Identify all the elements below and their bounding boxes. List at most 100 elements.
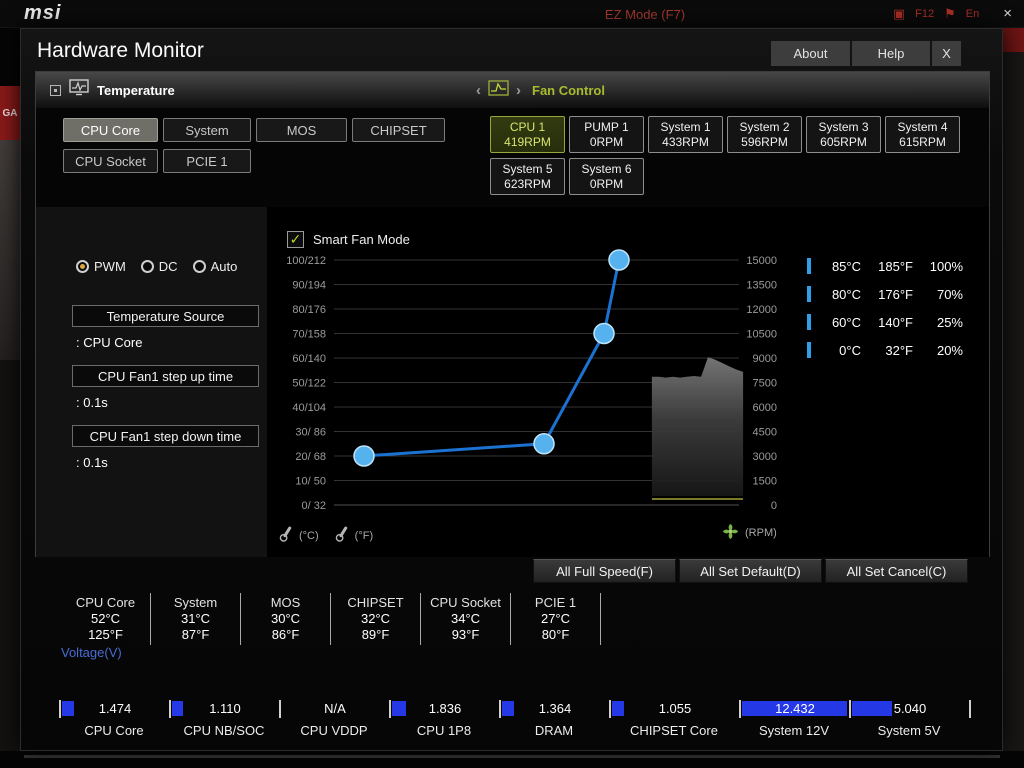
fan-tab-system-5[interactable]: System 5623RPM <box>490 158 565 195</box>
temperature-readout-celsius: 31°C <box>151 611 240 627</box>
fan-mode-label: Auto <box>211 259 238 274</box>
fan-mode-radio-pwm[interactable] <box>76 260 89 273</box>
fahrenheit-thermometer-icon <box>335 525 349 546</box>
screenshot-icon[interactable]: ▣ <box>893 6 905 22</box>
fan-curve-point[interactable] <box>354 446 374 466</box>
temperature-readout-fahrenheit: 80°F <box>511 627 600 643</box>
legend-row: 0°C32°F20% <box>807 336 967 364</box>
fan-curve-panel: ✓ Smart Fan Mode 100/2121500090/19413500… <box>267 207 989 557</box>
temperature-monitor-icon <box>69 79 89 101</box>
voltage-bar-cpu-nb-soc: 1.110 <box>169 700 279 718</box>
language-flag-icon[interactable]: ⚑ <box>944 6 956 22</box>
left-axis-label: 30/ 86 <box>295 427 326 439</box>
celsius-unit-label: (°C) <box>299 530 319 542</box>
fan-curve-point[interactable] <box>594 324 614 344</box>
right-axis-label: 13500 <box>746 280 777 292</box>
about-button[interactable]: About <box>771 41 850 66</box>
setting-button-temperature-source[interactable]: Temperature Source <box>72 305 259 327</box>
temperature-readout-celsius: 32°C <box>331 611 420 627</box>
fan-tab-system-6[interactable]: System 60RPM <box>569 158 644 195</box>
fan-prev-arrow[interactable]: ‹ <box>476 82 481 99</box>
temp-tab-chipset[interactable]: CHIPSET <box>352 118 445 142</box>
fan-tabs: CPU 1419RPMPUMP 10RPMSystem 1433RPMSyste… <box>490 116 978 200</box>
legend-duty: 25% <box>913 315 963 330</box>
fan-curve-chart[interactable]: 100/2121500090/1941350080/1761200070/158… <box>272 248 792 520</box>
temperature-section-title: Temperature <box>97 83 175 98</box>
voltage-section-title: Voltage(V) <box>61 645 122 660</box>
temperature-readout-name: System <box>151 595 240 611</box>
all-set-cancel-c-button[interactable]: All Set Cancel(C) <box>825 559 968 583</box>
smart-fan-label: Smart Fan Mode <box>313 232 410 247</box>
fan-curve-point[interactable] <box>534 434 554 454</box>
fan-tab-rpm: 0RPM <box>590 135 623 150</box>
rpm-unit-label: (RPM) <box>745 527 777 539</box>
legend-color-bar <box>807 342 811 358</box>
setting-button-cpu-fan1-step-down-time[interactable]: CPU Fan1 step down time <box>72 425 259 447</box>
left-axis-label: 20/ 68 <box>295 451 326 463</box>
fan-tab-cpu-1[interactable]: CPU 1419RPM <box>490 116 565 153</box>
setting-button-cpu-fan1-step-up-time[interactable]: CPU Fan1 step up time <box>72 365 259 387</box>
temperature-readout-name: CPU Socket <box>421 595 510 611</box>
temperature-readout-fahrenheit: 93°F <box>421 627 510 643</box>
fan-mode-radio-auto[interactable] <box>193 260 206 273</box>
ez-mode-button[interactable]: EZ Mode (F7) <box>560 7 730 22</box>
left-axis-label: 70/158 <box>292 329 326 341</box>
hardware-monitor-window: Hardware Monitor About Help X Temper <box>20 28 1003 751</box>
fan-tab-system-1[interactable]: System 1433RPM <box>648 116 723 153</box>
voltage-bar-chipset-core: 1.055 <box>609 700 739 718</box>
window-close-button[interactable]: X <box>932 41 961 66</box>
fan-tab-rpm: 433RPM <box>662 135 709 150</box>
all-full-speed-f-button[interactable]: All Full Speed(F) <box>533 559 676 583</box>
panel-header: Temperature ‹ › Fan Control <box>36 72 989 108</box>
left-axis-label: 0/ 32 <box>302 500 326 512</box>
voltage-name: CPU VDDP <box>279 723 389 738</box>
fan-curve-point[interactable] <box>609 250 629 270</box>
help-button[interactable]: Help <box>852 41 930 66</box>
left-axis-label: 10/ 50 <box>295 476 326 488</box>
legend-fahrenheit: 140°F <box>861 315 913 330</box>
setting-cpu-fan1-step-up-time: CPU Fan1 step up time: 0.1s <box>72 365 262 410</box>
voltage-value: 1.055 <box>611 701 739 716</box>
voltage-value: 5.040 <box>851 701 969 716</box>
voltage-bar-cpu-core: 1.474 <box>59 700 169 718</box>
fan-control-section-header: ‹ › Fan Control <box>476 72 605 108</box>
fan-tab-name: System 1 <box>660 120 710 135</box>
x-axis-units: (°C) (°F) <box>279 525 373 546</box>
temp-tab-system[interactable]: System <box>163 118 251 142</box>
legend-row: 85°C185°F100% <box>807 252 967 280</box>
fan-tab-rpm: 623RPM <box>504 177 551 192</box>
fan-tab-system-3[interactable]: System 3605RPM <box>806 116 881 153</box>
right-axis-label: 4500 <box>753 427 777 439</box>
all-set-default-d-button[interactable]: All Set Default(D) <box>679 559 822 583</box>
fan-mode-option-dc[interactable]: DC <box>141 259 178 274</box>
temperature-readout-fahrenheit: 125°F <box>61 627 150 643</box>
fan-mode-option-auto[interactable]: Auto <box>193 259 238 274</box>
right-axis-label: 0 <box>771 500 777 512</box>
celsius-thermometer-icon <box>279 525 293 546</box>
temp-tab-mos[interactable]: MOS <box>256 118 347 142</box>
temp-tab-cpu-core[interactable]: CPU Core <box>63 118 158 142</box>
legend-celsius: 80°C <box>819 287 861 302</box>
collapse-icon[interactable] <box>50 85 61 96</box>
temperature-readouts: CPU Core52°C125°FSystem31°C87°FMOS30°C86… <box>61 593 601 645</box>
fan-tab-system-2[interactable]: System 2596RPM <box>727 116 802 153</box>
fan-next-arrow[interactable]: › <box>516 82 521 99</box>
voltage-bar-system-5v: 5.040 <box>849 700 969 718</box>
temp-tab-pcie-1[interactable]: PCIE 1 <box>163 149 251 173</box>
smart-fan-checkbox[interactable]: ✓ <box>287 231 304 248</box>
temperature-readout-system: System31°C87°F <box>151 593 241 645</box>
right-axis-label: 10500 <box>746 329 777 341</box>
legend-row: 80°C176°F70% <box>807 280 967 308</box>
fan-tab-pump-1[interactable]: PUMP 10RPM <box>569 116 644 153</box>
language-label[interactable]: En <box>966 8 979 20</box>
bios-close-button[interactable]: × <box>1003 5 1012 22</box>
fan-tab-system-4[interactable]: System 4615RPM <box>885 116 960 153</box>
monitor-panel: Temperature ‹ › Fan Control CPU CoreSyst… <box>35 71 990 557</box>
voltage-readouts: 1.4741.110N/A1.8361.3641.05512.4325.040 <box>59 700 971 718</box>
fan-mode-radio-dc[interactable] <box>141 260 154 273</box>
legend-celsius: 60°C <box>819 315 861 330</box>
temp-tab-cpu-socket[interactable]: CPU Socket <box>63 149 158 173</box>
temperature-readout-cpu-core: CPU Core52°C125°F <box>61 593 151 645</box>
fan-mode-option-pwm[interactable]: PWM <box>76 259 126 274</box>
legend-row: 60°C140°F25% <box>807 308 967 336</box>
